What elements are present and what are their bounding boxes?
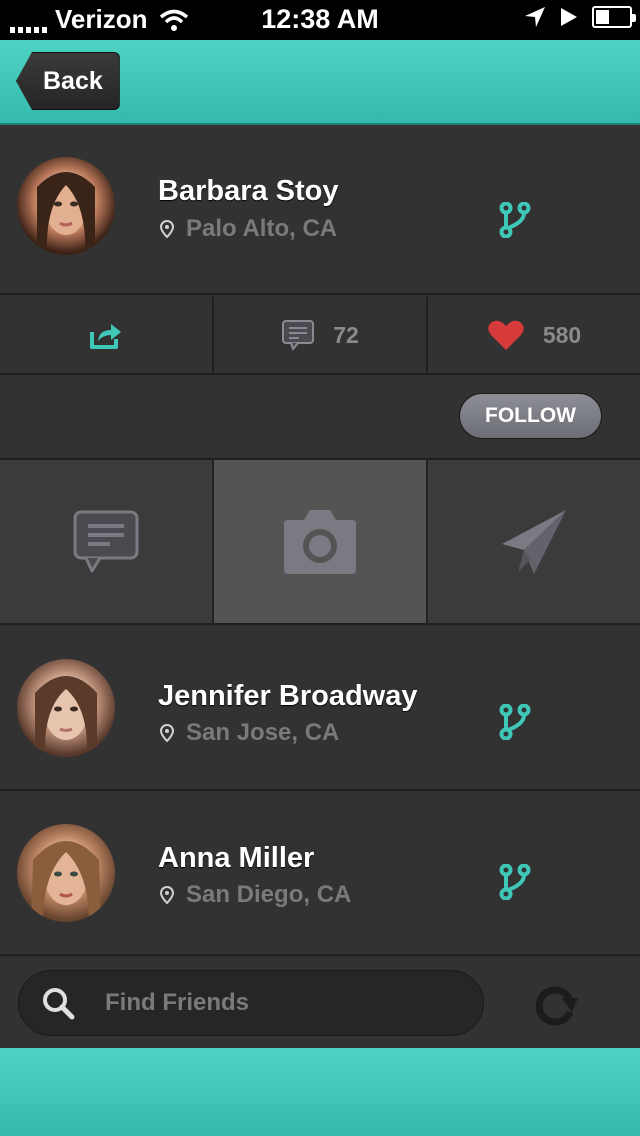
status-bar: Verizon 12:38 AM <box>0 0 640 40</box>
fork-icon[interactable] <box>499 704 531 740</box>
friend-location-text: San Diego, CA <box>186 881 352 908</box>
heart-icon <box>488 320 524 350</box>
back-button[interactable]: Back <box>16 52 120 110</box>
location-arrow-icon <box>525 7 545 27</box>
camera-icon <box>284 509 356 574</box>
battery-icon <box>592 6 636 28</box>
share-icon <box>90 324 121 349</box>
location-pin-icon <box>160 724 174 742</box>
profile-location: Palo Alto, CA <box>160 215 337 243</box>
search-input[interactable] <box>105 989 435 1017</box>
action-row <box>0 460 640 625</box>
send-tile[interactable] <box>428 460 640 623</box>
stats-row: 72 580 <box>0 297 640 375</box>
profile-header[interactable]: Barbara Stoy Palo Alto, CA <box>0 125 640 295</box>
avatar <box>17 659 115 757</box>
friend-row[interactable]: Jennifer Broadway San Jose, CA <box>0 627 640 791</box>
friend-row[interactable]: Anna Miller San Diego, CA <box>0 792 640 956</box>
friend-location: San Jose, CA <box>160 719 339 747</box>
search-row <box>0 958 640 1050</box>
comment-count: 72 <box>333 321 359 348</box>
like-count: 580 <box>542 321 582 348</box>
friend-name: Anna Miller <box>158 842 315 874</box>
friend-location-text: San Jose, CA <box>186 719 340 746</box>
paper-plane-icon <box>502 509 566 574</box>
comments-cell[interactable]: 72 <box>214 297 428 373</box>
share-cell[interactable] <box>0 297 214 373</box>
avatar <box>17 824 115 922</box>
avatar <box>17 157 115 255</box>
avatar-face-icon <box>37 172 95 255</box>
avatar-face-icon <box>31 841 101 922</box>
fork-icon[interactable] <box>499 864 531 900</box>
location-pin-icon <box>160 220 174 238</box>
bottom-bar <box>0 1048 640 1136</box>
fork-icon[interactable] <box>499 202 531 238</box>
friend-name: Jennifer Broadway <box>158 680 418 712</box>
location-pin-icon <box>160 886 174 904</box>
follow-row: FOLLOW <box>0 375 640 460</box>
camera-tile[interactable] <box>214 460 428 623</box>
message-icon <box>73 510 139 572</box>
friend-location: San Diego, CA <box>160 881 351 909</box>
refresh-icon[interactable] <box>532 982 582 1028</box>
comment-icon <box>282 320 315 351</box>
message-tile[interactable] <box>0 460 214 623</box>
search-icon <box>43 988 75 1020</box>
avatar-face-icon <box>35 676 97 757</box>
likes-cell[interactable]: 580 <box>428 297 640 373</box>
status-right <box>524 6 636 28</box>
profile-name: Barbara Stoy <box>158 175 339 207</box>
nav-bar: Back <box>0 40 640 125</box>
play-icon <box>561 8 577 26</box>
search-field[interactable] <box>18 970 484 1036</box>
profile-location-text: Palo Alto, CA <box>186 215 338 242</box>
follow-button[interactable]: FOLLOW <box>459 393 602 439</box>
